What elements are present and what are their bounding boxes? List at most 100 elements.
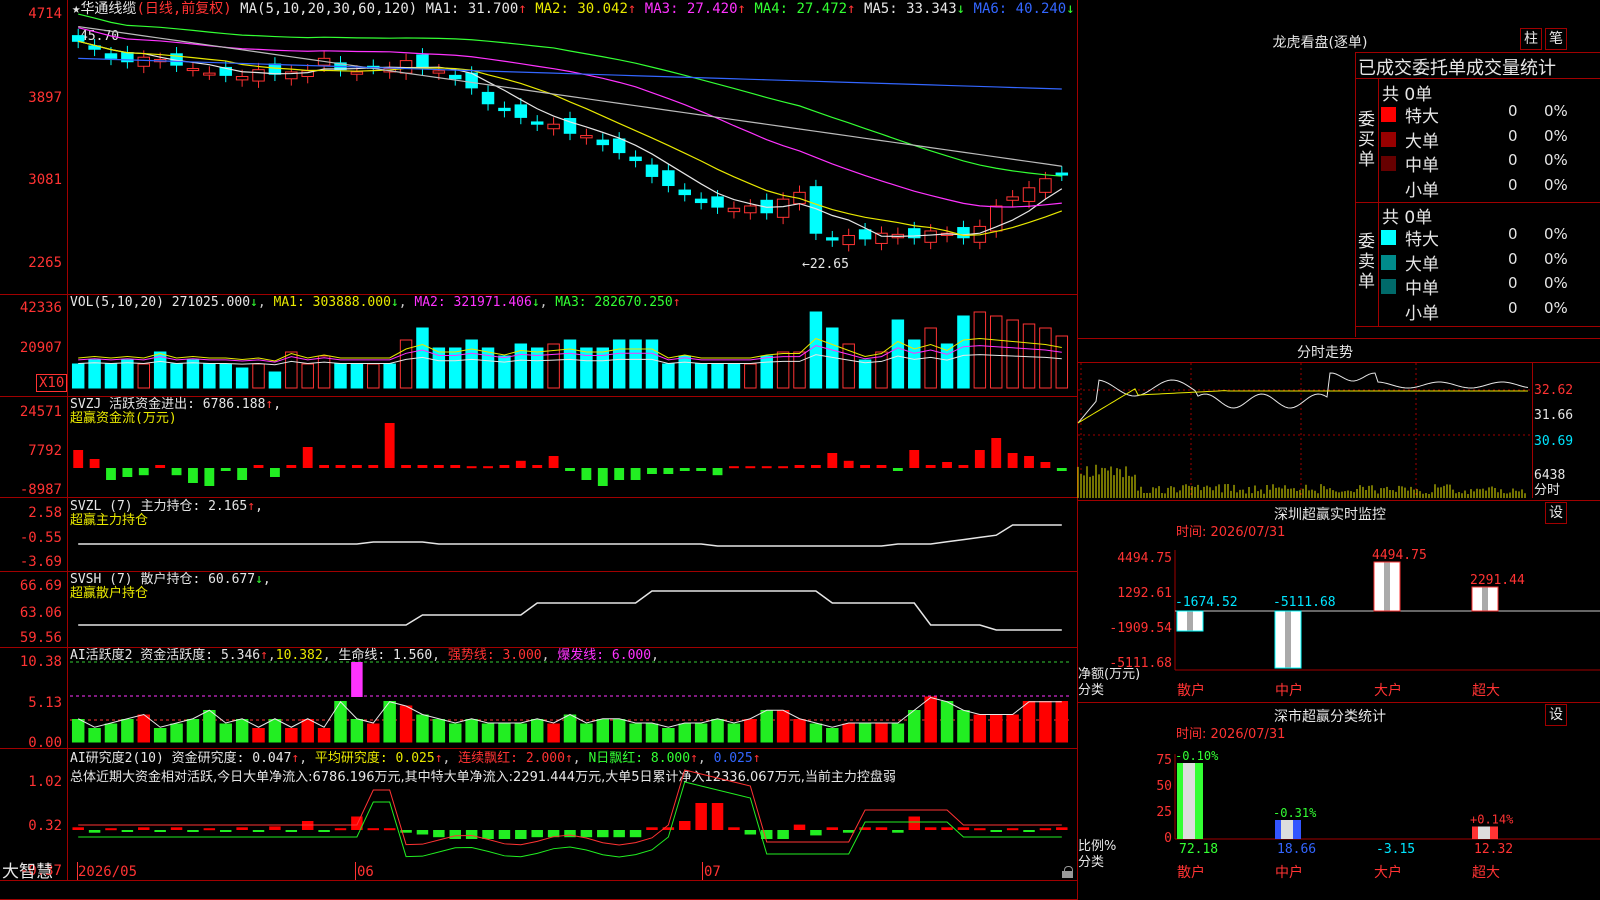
- research-bar: [154, 830, 165, 832]
- candle-body: [581, 136, 592, 138]
- flow-bar: [237, 468, 247, 480]
- flow-bar: [188, 468, 198, 483]
- candle-body: [679, 190, 690, 195]
- candle-body: [105, 54, 116, 59]
- ai2-axis-top: 1.02: [0, 774, 62, 790]
- flow-bar: [1040, 462, 1050, 468]
- volume-bar: [794, 352, 805, 388]
- volume-bar: [728, 364, 739, 388]
- volume-bar: [663, 364, 674, 388]
- research-bar: [712, 803, 723, 830]
- svzj-chart: [70, 400, 1075, 496]
- activity-bar: [745, 720, 756, 743]
- order-type-大单: 大单: [1405, 127, 1439, 152]
- volume-bar: [990, 316, 1001, 388]
- svzl-axis-bottom: -3.69: [0, 554, 62, 570]
- research-bar: [286, 830, 297, 832]
- activity-bar: [613, 720, 624, 743]
- candle-body: [72, 36, 83, 42]
- research-bar: [597, 830, 608, 837]
- svzl-axis-mid: -0.55: [0, 530, 62, 546]
- tick-mode-button[interactable]: 笔: [1545, 28, 1567, 50]
- order-type-特大: 特大: [1405, 102, 1439, 127]
- volume-bar: [72, 364, 83, 388]
- vol-unit-badge[interactable]: X10: [36, 374, 67, 392]
- candle-body: [253, 70, 264, 81]
- research-bar: [531, 830, 542, 837]
- sz-class-title: 深市超赢分类统计: [1230, 706, 1430, 726]
- ai1-chart: [70, 650, 1075, 747]
- volume-bar: [269, 372, 280, 388]
- ai2-chart: [70, 750, 1075, 878]
- class-change: -0.10%: [1175, 749, 1219, 763]
- volume-bar: [450, 348, 461, 388]
- research-bar: [187, 830, 198, 832]
- research-bar: [745, 830, 756, 835]
- class-bar-shade: [1281, 820, 1293, 839]
- volume-bar: [564, 340, 575, 388]
- sz-class-settings-button[interactable]: 设: [1545, 704, 1567, 726]
- sz-monitor-settings-button[interactable]: 设: [1545, 502, 1567, 524]
- flow-bar: [713, 468, 723, 475]
- order-pct: 0%: [1544, 250, 1568, 268]
- research-bar: [384, 828, 395, 830]
- research-bar: [958, 827, 969, 830]
- research-bar: [909, 817, 920, 831]
- flow-bar: [614, 468, 624, 480]
- sz-monitor-time: 时间: 2026/07/31: [1176, 526, 1285, 540]
- research-bar: [89, 830, 100, 833]
- flow-bar: [1024, 456, 1034, 468]
- volume-bar: [712, 364, 723, 388]
- sz-class-xlabel: 分类: [1078, 856, 1104, 870]
- activity-bar: [269, 720, 280, 743]
- sz-monitor-ylabel: 净额(万元): [1078, 668, 1140, 682]
- research-bar: [318, 830, 329, 832]
- class-bar-shade: [1478, 827, 1490, 840]
- candle-body: [958, 228, 969, 238]
- buy-orders-label: 委买单: [1358, 110, 1376, 170]
- volume-bar: [695, 364, 706, 388]
- research-bar: [646, 827, 657, 830]
- order-type-特大: 特大: [1405, 225, 1439, 250]
- ai1-axis-mid: 5.13: [0, 695, 62, 711]
- fenshi-axis-bottom: 30.69: [1534, 435, 1573, 449]
- monitor-bar-shade: [1384, 562, 1390, 611]
- flow-bar: [221, 468, 231, 471]
- flow-bar: [696, 468, 706, 471]
- activity-bar: [597, 720, 608, 743]
- research-bar: [925, 827, 936, 830]
- flow-bar: [1057, 468, 1067, 471]
- activity-bar: [941, 702, 952, 743]
- flow-bar: [893, 468, 903, 471]
- volume-bar: [138, 364, 149, 388]
- class-bar-shade: [1183, 763, 1195, 839]
- candle-body: [843, 235, 854, 244]
- activity-bar: [581, 724, 592, 742]
- swatch-大单: [1381, 132, 1396, 147]
- flow-bar: [795, 465, 805, 468]
- activity-bar: [974, 715, 985, 742]
- activity-bar: [630, 724, 641, 742]
- activity-bar: [958, 711, 969, 743]
- research-bar: [990, 830, 1001, 832]
- monitor-value: 2291.44: [1470, 573, 1525, 588]
- volume-chart: [70, 305, 1075, 395]
- brand-logo[interactable]: 大智慧: [2, 863, 53, 881]
- candle-body: [859, 230, 870, 239]
- candle-body: [531, 122, 542, 124]
- monitor-cat: 大户: [1374, 682, 1402, 699]
- candle-body: [482, 92, 493, 103]
- volume-bar: [204, 364, 215, 388]
- class-change: -0.31%: [1273, 806, 1317, 820]
- swatch-特大: [1381, 230, 1396, 245]
- candle-body: [646, 165, 657, 176]
- bar-mode-button[interactable]: 柱: [1520, 28, 1542, 50]
- ai2-axis-mid: 0.32: [0, 818, 62, 834]
- activity-bar: [253, 729, 264, 743]
- flow-bar: [139, 468, 149, 475]
- activity-bar: [794, 720, 805, 743]
- flow-bar: [500, 465, 510, 468]
- volume-bar: [335, 364, 346, 388]
- flow-bar: [532, 465, 542, 468]
- volume-bar: [958, 316, 969, 388]
